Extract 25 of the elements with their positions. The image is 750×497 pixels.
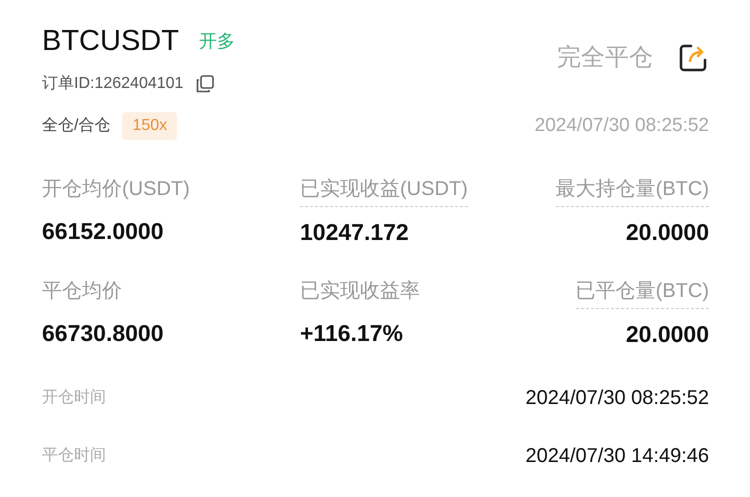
leverage-badge: 150x (122, 112, 178, 140)
side-label: 开多 (198, 30, 235, 54)
metric-label: 平仓均价 (42, 278, 122, 304)
margin-mode: 全仓/合仓 (42, 116, 110, 136)
metric-label: 已实现收益率 (300, 278, 420, 304)
open-time: 2024/07/30 08:25:52 (534, 114, 709, 138)
copy-icon[interactable] (195, 74, 216, 94)
metric-value: 66152.0000 (42, 217, 164, 246)
metric-label: 开仓均价(USDT) (42, 177, 190, 202)
metric-value: 66730.8000 (42, 318, 164, 348)
time-value: 2024/07/30 14:49:46 (525, 444, 709, 469)
metric-label: 已实现收益(USDT) (300, 174, 468, 207)
metric-value: 20.0000 (626, 218, 709, 247)
close-all-button[interactable]: 完全平仓 (557, 40, 653, 76)
metric-value: +116.17% (300, 318, 403, 348)
metric-label: 最大持仓量(BTC) (556, 174, 709, 207)
metric-value: 20.0000 (626, 320, 709, 348)
metric-value: 10247.172 (300, 218, 409, 247)
share-icon[interactable] (677, 42, 709, 74)
time-label: 平仓时间 (42, 446, 106, 466)
symbol-title: BTCUSDT (42, 24, 179, 59)
order-id: 订单ID:1262404101 (42, 74, 184, 94)
time-value: 2024/07/30 08:25:52 (525, 386, 709, 411)
time-label: 开仓时间 (42, 388, 106, 408)
metric-label: 已平仓量(BTC) (576, 276, 709, 308)
